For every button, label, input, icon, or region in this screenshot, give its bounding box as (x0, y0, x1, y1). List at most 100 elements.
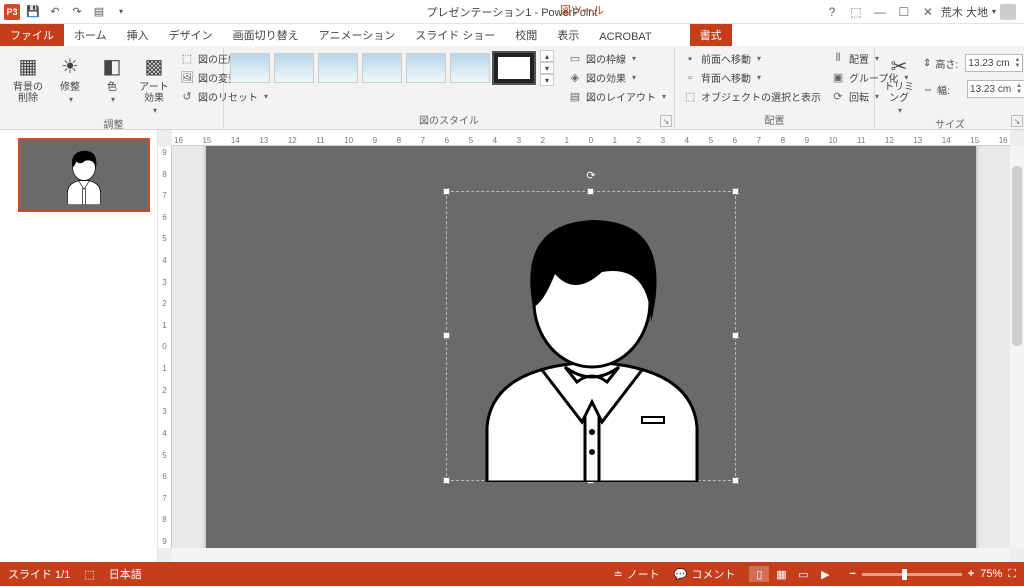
style-thumb[interactable] (230, 53, 270, 83)
picture-style-gallery[interactable]: ▴ ▾ ▾ (230, 50, 554, 86)
comments-button[interactable]: 💬 コメント (674, 566, 736, 582)
slideshow-view-button[interactable]: ▶ (815, 566, 835, 582)
save-button[interactable]: 💾 (24, 3, 42, 21)
layout-icon: ▤ (568, 90, 582, 104)
ribbon-tabs: ファイル ホーム 挿入 デザイン 画面切り替え アニメーション スライド ショー… (0, 24, 1024, 46)
style-thumb-selected[interactable] (494, 53, 534, 83)
corrections-button[interactable]: ☀ 修整 (52, 50, 88, 104)
crop-button[interactable]: ✂ トリミング (881, 50, 917, 115)
tab-transitions[interactable]: 画面切り替え (223, 24, 309, 46)
slide-editor[interactable]: 1615141312111098765432101234567891011121… (158, 130, 1024, 562)
status-slide[interactable]: スライド 1/1 (8, 566, 70, 582)
tab-home[interactable]: ホーム (64, 24, 117, 46)
width-field[interactable]: 13.23 cm ▲▼ (967, 80, 1024, 98)
canvas[interactable]: ⟳ (172, 146, 1010, 548)
tab-format[interactable]: 書式 (690, 24, 732, 46)
crop-icon: ✂ (885, 52, 913, 80)
user-block[interactable]: 荒木 大地 ▾ (941, 4, 1016, 20)
window-controls: ? ⬚ — ☐ ✕ 荒木 大地 ▾ (821, 2, 1024, 22)
scrollbar-thumb[interactable] (1012, 166, 1022, 346)
artistic-effects-button[interactable]: ▩ アート効果 (136, 50, 172, 115)
border-icon: ▭ (568, 52, 582, 66)
bring-forward-button[interactable]: ▪前面へ移動 (681, 50, 823, 67)
thumb-figure (57, 145, 112, 204)
spellcheck-icon[interactable]: ⬚ (84, 568, 94, 581)
help-button[interactable]: ? (821, 2, 843, 22)
slide-thumbnails-panel[interactable]: 1 (0, 130, 158, 562)
tab-design[interactable]: デザイン (159, 24, 223, 46)
group-styles-label: 図のスタイル (230, 111, 668, 129)
style-thumb[interactable] (450, 53, 490, 83)
selection-box[interactable]: ⟳ (446, 191, 736, 481)
normal-view-button[interactable]: ▯ (749, 566, 769, 582)
tab-slideshow[interactable]: スライド ショー (405, 24, 505, 46)
effects-icon: ◈ (568, 71, 582, 85)
view-buttons: ▯ ▦ ▭ ▶ (749, 566, 835, 582)
fit-window-button[interactable]: ⛶ (1008, 568, 1016, 581)
width-down[interactable]: ▼ (1016, 89, 1022, 95)
tab-acrobat[interactable]: ACROBAT (589, 28, 661, 46)
horizontal-ruler: 1615141312111098765432101234567891011121… (172, 130, 1010, 146)
remove-background-button[interactable]: ▦ 背景の 削除 (10, 50, 46, 104)
rotate-handle[interactable]: ⟳ (584, 168, 598, 182)
styles-dialog-launcher[interactable]: ↘ (660, 115, 672, 127)
picture-layout-button[interactable]: ▤図のレイアウト (566, 88, 668, 105)
close-button[interactable]: ✕ (917, 2, 939, 22)
picture-content[interactable] (447, 192, 737, 482)
zoom-out-button[interactable]: − (849, 568, 855, 580)
reading-view-button[interactable]: ▭ (793, 566, 813, 582)
group-arrange: ▪前面へ移動 ▫背面へ移動 ⬚オブジェクトの選択と表示 ⫴配置 ▣グループ化 ⟳… (675, 48, 875, 129)
gallery-more[interactable]: ▾ (540, 74, 554, 86)
artistic-label: アート効果 (136, 82, 172, 104)
style-thumb[interactable] (274, 53, 314, 83)
tab-file[interactable]: ファイル (0, 24, 64, 46)
tab-animations[interactable]: アニメーション (309, 24, 406, 46)
title-bar: P3 💾 ↶ ↷ ▤ ▾ プレゼンテーション1 - PowerPoint 図ツー… (0, 0, 1024, 24)
customize-qat[interactable]: ▾ (112, 3, 130, 21)
slide[interactable]: ⟳ (206, 146, 976, 548)
corrections-label: 修整 (60, 82, 80, 93)
gallery-nav: ▴ ▾ ▾ (540, 50, 554, 86)
group-picture-styles: ▴ ▾ ▾ ▭図の枠線 ◈図の効果 ▤図のレイアウト 図のスタイル ↘ (224, 48, 675, 129)
style-thumb[interactable] (318, 53, 358, 83)
selection-pane-button[interactable]: ⬚オブジェクトの選択と表示 (681, 88, 823, 105)
horizontal-scrollbar[interactable] (172, 548, 1010, 562)
sorter-view-button[interactable]: ▦ (771, 566, 791, 582)
start-from-beginning-button[interactable]: ▤ (90, 3, 108, 21)
height-field[interactable]: 13.23 cm ▲▼ (965, 54, 1023, 72)
height-value: 13.23 cm (968, 58, 1009, 69)
color-button[interactable]: ◧ 色 (94, 50, 130, 104)
remove-bg-label: 背景の 削除 (13, 82, 43, 104)
tab-view[interactable]: 表示 (547, 24, 589, 46)
pocket (642, 417, 664, 423)
gallery-down[interactable]: ▾ (540, 62, 554, 74)
zoom-in-button[interactable]: + (968, 568, 974, 580)
zoom-thumb[interactable] (902, 569, 907, 580)
send-backward-button[interactable]: ▫背面へ移動 (681, 69, 823, 86)
redo-button[interactable]: ↷ (68, 3, 86, 21)
group-size: ✂ トリミング ⇕ 高さ: 13.23 cm ▲▼ ⇔ 幅: 13.23 cm (875, 48, 1024, 129)
status-language[interactable]: 日本語 (109, 566, 142, 582)
zoom-slider[interactable] (862, 573, 962, 576)
tab-insert[interactable]: 挿入 (117, 24, 159, 46)
maximize-button[interactable]: ☐ (893, 2, 915, 22)
picture-effects-button[interactable]: ◈図の効果 (566, 69, 668, 86)
size-dialog-launcher[interactable]: ↘ (1011, 115, 1023, 127)
notes-button[interactable]: ≐ ノート (613, 566, 659, 582)
picture-border-button[interactable]: ▭図の枠線 (566, 50, 668, 67)
undo-button[interactable]: ↶ (46, 3, 64, 21)
height-down[interactable]: ▼ (1014, 63, 1020, 69)
color-icon: ◧ (98, 52, 126, 80)
style-thumb[interactable] (362, 53, 402, 83)
ribbon: ▦ 背景の 削除 ☀ 修整 ◧ 色 ▩ アート効果 ⬚図の圧縮 🖼図の変更 ↺図… (0, 46, 1024, 130)
gallery-up[interactable]: ▴ (540, 50, 554, 62)
vertical-scrollbar[interactable] (1010, 146, 1024, 548)
height-icon: ⇕ (923, 58, 931, 69)
zoom-value[interactable]: 75% (980, 568, 1002, 580)
slide-thumbnail-1[interactable] (18, 138, 150, 212)
minimize-button[interactable]: — (869, 2, 891, 22)
tab-review[interactable]: 校閲 (505, 24, 547, 46)
ribbon-options-button[interactable]: ⬚ (845, 2, 867, 22)
style-thumb[interactable] (406, 53, 446, 83)
height-label: 高さ: (935, 56, 961, 71)
